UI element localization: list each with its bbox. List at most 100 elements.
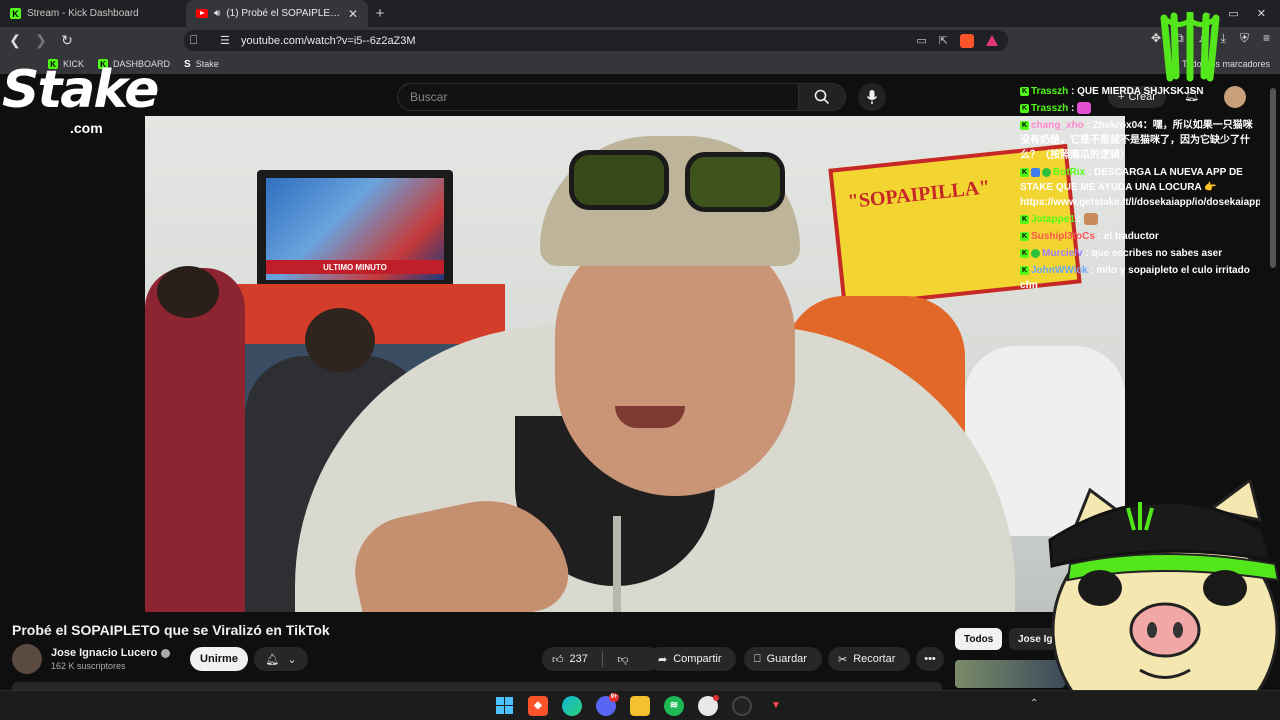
address-bar-actions: ▭ ⇱ [916, 33, 998, 48]
address-bar[interactable]: ⎕ ☰ youtube.com/watch?v=i5--6z2aZ3M ▭ ⇱ [184, 30, 1008, 51]
chevron-up-icon[interactable]: ⌃ [1030, 698, 1038, 709]
forward-arrow-icon[interactable]: ❯ [30, 32, 52, 49]
close-tab-icon[interactable]: ✕ [348, 7, 358, 21]
tab-kick-dashboard[interactable]: K Stream - Kick Dashboard [0, 0, 186, 27]
cast-icon[interactable]: ▭ [916, 34, 926, 47]
back-arrow-icon[interactable]: ❮ [4, 32, 26, 49]
bookmark-label: Stake [195, 59, 219, 69]
chat-message: K Trasszh : QUE MIERDA SHJKSKJSN [1020, 86, 1204, 97]
tab-title: Stream - Kick Dashboard [27, 8, 139, 19]
presenter-face [555, 226, 795, 496]
new-tab-button[interactable]: + [368, 0, 392, 27]
cat-mascot-overlay [1048, 480, 1280, 720]
more-actions-button[interactable]: ••• [916, 647, 944, 671]
like-button[interactable]: 👍︎ 237 [542, 647, 660, 671]
share-button[interactable]: ➦ Compartir [648, 647, 736, 671]
channel-name[interactable]: Jose Ignacio Lucero [51, 647, 171, 659]
stake-logo: Stake .com [2, 60, 159, 136]
save-button[interactable]: ⎕ Guardar [744, 647, 822, 671]
speaker-icon[interactable]: 🔊︎ [214, 8, 220, 19]
kick-badge-icon: K [1020, 231, 1029, 241]
tv-in-video: ULTIMO MINUTO [257, 170, 453, 288]
bell-icon: 🔔︎ [265, 653, 280, 666]
thumbs-up-icon: 👍︎ [552, 653, 564, 666]
close-window-button[interactable]: ✕ [1257, 7, 1266, 20]
url-text[interactable]: youtube.com/watch?v=i5--6z2aZ3M [241, 35, 416, 47]
chat-message: K BotRix : DESCARGA LA NUEVA APP DE STAKE… [1020, 167, 1260, 208]
stake-icon: S [184, 58, 191, 70]
tab-youtube-video[interactable]: 🔊︎ (1) Probé el SOPAIPLETO que se Virali… [186, 0, 368, 27]
kick-badge-icon: K [1020, 265, 1029, 275]
join-button[interactable]: Unirme [190, 647, 248, 671]
discord-icon[interactable]: 9+ [596, 692, 619, 716]
share-arrow-icon: ➦ [658, 653, 668, 666]
chip-all[interactable]: Todos [955, 628, 1003, 650]
youtube-icon [196, 9, 208, 18]
brave-rewards-icon[interactable] [986, 35, 998, 46]
tab-strip: K Stream - Kick Dashboard 🔊︎ (1) Probé e… [0, 0, 1280, 27]
emote-icon [1083, 213, 1098, 226]
page-scrollbar[interactable] [1270, 88, 1276, 268]
scissors-icon: ✂ [838, 653, 848, 666]
search-button[interactable] [798, 83, 846, 111]
browser-toolbar: ❮ ❯ ↻ ⎕ ☰ youtube.com/watch?v=i5--6z2aZ3… [0, 27, 1280, 54]
emote-icon [1077, 102, 1092, 115]
tv-banner: ULTIMO MINUTO [266, 260, 444, 274]
microphone-icon [866, 90, 878, 104]
file-explorer-icon[interactable] [630, 695, 650, 716]
maximize-button[interactable]: ▭ [1228, 7, 1238, 20]
dislike-button[interactable]: 👎︎ [606, 647, 640, 671]
chrome-icon[interactable] [698, 694, 719, 716]
monster-energy-logo [1160, 12, 1220, 82]
bookmarks-bar: K KICK K DASHBOARD S Stake Todos los mar… [0, 54, 1280, 74]
verified-badge-icon [1031, 248, 1040, 258]
discord-badge: 9+ [609, 692, 619, 702]
subscription-notifications-button[interactable]: 🔔︎ ⌄ [254, 647, 308, 671]
chat-message: Kchang_xho : Zhekrox04：嘿，所以如果一只猫咪没有奶酪，它是… [1020, 120, 1253, 161]
video-player[interactable]: ULTIMO MINUTO "SOPAIPILLA" [145, 116, 1125, 612]
wallet-icon[interactable]: ⛨ [1240, 31, 1249, 46]
kick-badge-icon: K [1020, 248, 1029, 258]
brave-shields-icon[interactable] [960, 33, 974, 48]
bookmark-icon[interactable]: ⎕ [190, 33, 197, 48]
kick-badge-icon: K [1020, 167, 1029, 177]
site-settings-icon[interactable]: ☰ [220, 34, 230, 47]
obs-icon[interactable] [732, 695, 752, 716]
thumbs-down-icon: 👎︎ [617, 653, 629, 666]
valorant-icon[interactable]: ▼ [766, 696, 786, 716]
edge-browser-icon[interactable] [562, 695, 582, 716]
chat-message: K Sushipl3toCs : el traductor [1020, 231, 1159, 242]
mod-badge-icon [1031, 167, 1040, 177]
reload-icon[interactable]: ↻ [56, 32, 78, 49]
kick-badge-icon: K [1020, 103, 1029, 113]
brave-browser-icon[interactable]: ◆ [528, 695, 548, 716]
voice-search-button[interactable] [858, 83, 886, 111]
kick-badge-icon: K [1020, 86, 1029, 96]
chat-message: K Jotappe1 : [1020, 212, 1260, 227]
kick-badge-icon: K [1020, 214, 1029, 224]
verified-badge-icon [1042, 167, 1051, 177]
tab-title: (1) Probé el SOPAIPLETO que se Viralizó … [226, 8, 342, 19]
video-title: Probé el SOPAIPLETO que se Viralizó en T… [12, 622, 330, 638]
chat-message: K JohnWWick : milo y sopaipleto el culo i… [1020, 265, 1250, 291]
spotify-icon[interactable]: ≋ [664, 695, 684, 716]
search-icon [814, 89, 830, 105]
verified-icon [161, 648, 171, 658]
search-input[interactable]: Buscar [397, 83, 799, 111]
description-box[interactable] [12, 682, 942, 690]
channel-avatar[interactable] [12, 644, 42, 674]
bookmark-icon: ⎕ [754, 652, 761, 665]
windows-start-icon[interactable] [494, 696, 514, 716]
subscriber-count: 162 K suscriptores [51, 661, 126, 671]
chevron-down-icon: ⌄ [287, 653, 297, 666]
clip-button[interactable]: ✂ Recortar [828, 647, 910, 671]
windows-taskbar: ◆ 9+ ≋ ▼ [0, 690, 1280, 720]
kick-icon: K [10, 8, 21, 19]
chat-message: K Murcielv : que escribes no sabes aser [1020, 248, 1223, 259]
menu-icon[interactable]: ≡ [1263, 31, 1270, 46]
chat-message: K Trasszh : [1020, 101, 1260, 116]
bookmark-stake[interactable]: S Stake [184, 59, 219, 70]
like-count: 237 [569, 653, 588, 665]
share-icon[interactable]: ⇱ [939, 34, 948, 47]
kick-badge-icon: K [1020, 120, 1029, 130]
